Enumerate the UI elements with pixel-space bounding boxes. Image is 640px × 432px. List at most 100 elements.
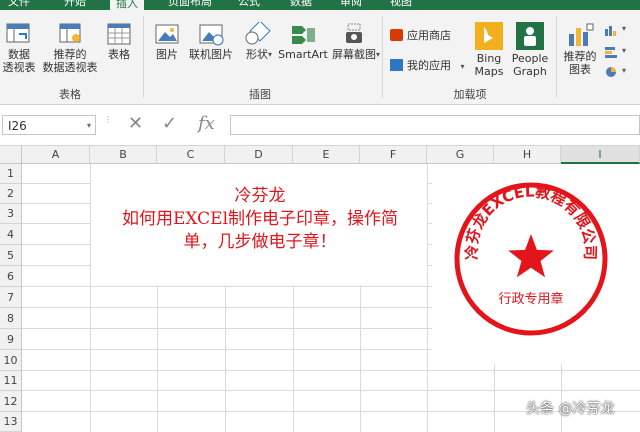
pivot-label-1: 数据 — [8, 48, 30, 61]
row-header-7[interactable]: 7 — [0, 287, 22, 308]
table-button[interactable]: 表格 — [104, 22, 134, 61]
grid-line — [427, 164, 428, 432]
picture-label: 图片 — [156, 48, 178, 61]
star-icon — [508, 234, 554, 278]
screenshot-label: 屏幕截图 — [332, 48, 376, 61]
tab-file[interactable]: 文件 — [2, 0, 36, 10]
ribbon-separator — [382, 16, 383, 98]
row-header-11[interactable]: 11 — [0, 371, 22, 391]
screenshot-button[interactable]: 屏幕截图 ▾ — [330, 22, 380, 61]
tab-review[interactable]: 审阅 — [334, 0, 368, 10]
screenshot-icon — [346, 23, 362, 43]
online-picture-button[interactable]: 联机图片 — [186, 22, 236, 61]
tab-page-layout[interactable]: 页面布局 — [162, 0, 218, 10]
ribbon-separator — [143, 16, 144, 98]
tab-home[interactable]: 开始 — [58, 0, 92, 10]
ribbon: 数据 透视表 推荐的 数据透视表 表格 表格 图片 联机图片 形状 ▾ Smar… — [0, 10, 640, 105]
title-text-box[interactable]: 冷芬龙 如何用EXCEl制作电子印章，操作简 单，几步做电子章！ — [93, 185, 427, 275]
column-header-i[interactable]: I — [561, 146, 640, 164]
recommended-charts-icon — [569, 23, 594, 46]
row-header-2[interactable]: 2 — [0, 184, 22, 204]
recommended-pivot-button[interactable]: 推荐的 数据透视表 — [40, 22, 100, 74]
store-icon — [390, 29, 403, 41]
chevron-down-icon[interactable]: ▾ — [622, 24, 626, 33]
column-header-c[interactable]: C — [157, 146, 225, 164]
row-header-5[interactable]: 5 — [0, 245, 22, 266]
chevron-down-icon[interactable]: ▾ — [87, 116, 91, 136]
rec-chart-label-1: 推荐的 — [563, 50, 597, 63]
table-icon — [107, 23, 131, 45]
column-header-g[interactable]: G — [427, 146, 494, 164]
group-label-illustrations: 插图 — [249, 88, 271, 101]
pie-chart-icon[interactable] — [604, 66, 618, 78]
my-apps-label: 我的应用 — [407, 59, 451, 72]
column-header-d[interactable]: D — [225, 146, 293, 164]
recommended-pivot-icon — [59, 23, 81, 43]
rec-chart-label-2: 图表 — [569, 63, 591, 76]
people-label-1: People — [511, 52, 549, 65]
bing-label-2: Maps — [474, 65, 504, 78]
people-label-2: Graph — [513, 65, 547, 78]
name-box-value: I26 — [8, 119, 27, 133]
picture-button[interactable]: 图片 — [150, 22, 184, 61]
group-label-addins: 加载项 — [453, 88, 487, 101]
online-picture-icon — [199, 24, 224, 46]
smartart-button[interactable]: SmartArt — [276, 22, 330, 61]
row-header-8[interactable]: 8 — [0, 308, 22, 329]
column-header-e[interactable]: E — [293, 146, 360, 164]
chevron-down-icon: ▾ — [268, 50, 273, 59]
heading-line-2: 单，几步做电子章！ — [183, 232, 337, 252]
bar-chart-icon[interactable] — [604, 46, 618, 58]
select-all-corner[interactable] — [0, 146, 22, 164]
column-header-b[interactable]: B — [90, 146, 157, 164]
shapes-button[interactable]: 形状 ▾ — [240, 22, 274, 61]
bing-label-1: Bing — [476, 52, 502, 65]
tab-formulas[interactable]: 公式 — [232, 0, 266, 10]
row-header-9[interactable]: 9 — [0, 329, 22, 350]
recommended-charts-button[interactable]: 推荐的 图表 — [560, 22, 600, 76]
name-box[interactable]: I26 ▾ — [2, 115, 96, 135]
insert-function-button[interactable]: fx — [198, 113, 215, 134]
tab-data[interactable]: 数据 — [284, 0, 318, 10]
row-header-4[interactable]: 4 — [0, 224, 22, 245]
smartart-label: SmartArt — [278, 48, 328, 61]
people-graph-button[interactable]: People Graph — [510, 22, 550, 78]
pivot-label-2: 透视表 — [2, 61, 36, 74]
column-header-a[interactable]: A — [22, 146, 90, 164]
formula-bar: I26 ▾ ⋮ ✕ ✓ fx — [0, 105, 640, 146]
pivot-table-button[interactable]: 数据 透视表 — [2, 22, 36, 74]
grid-line — [22, 390, 640, 391]
excel-window: 文件 开始 插入 页面布局 公式 数据 审阅 视图 数据 透视表 推荐的 数据透… — [0, 0, 640, 432]
formula-bar-grip: ⋮ — [104, 115, 112, 124]
rec-pivot-label-1: 推荐的 — [53, 48, 87, 61]
shapes-label: 形状 — [246, 48, 268, 61]
shapes-icon — [245, 22, 271, 45]
smartart-icon — [292, 26, 315, 44]
seal-stamp[interactable]: 冷芬龙EXCEL教程有限公司 行政专用章 — [451, 179, 611, 339]
my-apps-button[interactable]: 我的应用 ▾ — [390, 58, 465, 74]
row-header-13[interactable]: 13 — [0, 412, 22, 432]
store-label: 应用商店 — [407, 29, 451, 42]
cancel-icon[interactable]: ✕ — [128, 113, 143, 134]
bing-maps-button[interactable]: Bing Maps — [472, 22, 506, 78]
check-icon[interactable]: ✓ — [162, 113, 177, 134]
row-header-6[interactable]: 6 — [0, 266, 22, 287]
chevron-down-icon[interactable]: ▾ — [622, 46, 626, 55]
row-header-1[interactable]: 1 — [0, 164, 22, 184]
tab-view[interactable]: 视图 — [384, 0, 418, 10]
seal-bottom-text: 行政专用章 — [498, 291, 563, 307]
store-button[interactable]: 应用商店 — [390, 28, 451, 44]
chevron-down-icon: ▾ — [460, 62, 465, 71]
chevron-down-icon[interactable]: ▾ — [622, 66, 626, 75]
ribbon-tab-bar: 文件 开始 插入 页面布局 公式 数据 审阅 视图 — [0, 0, 640, 12]
bing-maps-icon — [475, 22, 503, 50]
column-chart-icon[interactable] — [604, 24, 618, 36]
group-label-tables: 表格 — [59, 88, 81, 101]
column-header-f[interactable]: F — [360, 146, 427, 164]
row-header-3[interactable]: 3 — [0, 204, 22, 224]
row-header-12[interactable]: 12 — [0, 391, 22, 412]
ribbon-separator — [556, 16, 557, 98]
row-header-10[interactable]: 10 — [0, 350, 22, 371]
column-header-h[interactable]: H — [494, 146, 561, 164]
formula-input[interactable] — [230, 115, 640, 135]
